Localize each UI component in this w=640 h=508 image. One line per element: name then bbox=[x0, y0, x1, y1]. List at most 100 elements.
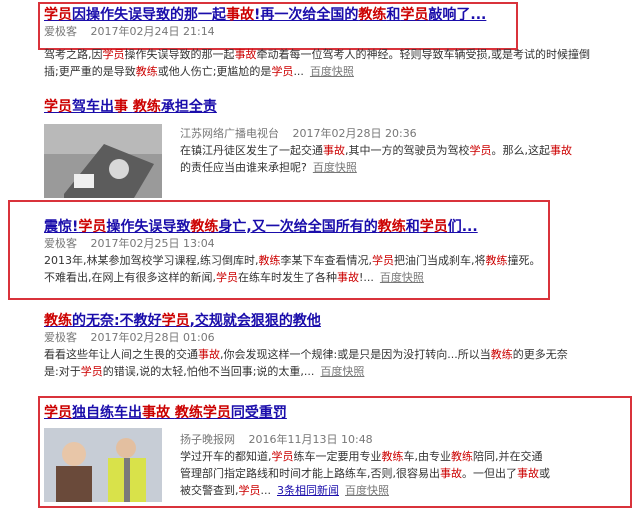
text-segment: 事故 bbox=[440, 467, 462, 480]
text-segment: 同受重罚 bbox=[230, 405, 287, 421]
search-result-3: 震惊!学员操作失误导致教练身亡,又一次给全国所有的教练和学员们... 爱极客 2… bbox=[44, 218, 604, 286]
text-segment: 教练 bbox=[490, 348, 513, 361]
result-meta-3: 爱极客 2017年02月25日 13:04 bbox=[44, 236, 604, 252]
result-title-2[interactable]: 学员驾车出事 教练承担全责 bbox=[44, 98, 604, 116]
text-segment: 2013年,林某参加驾校学习课程,练习倒库时, bbox=[44, 254, 259, 267]
text-segment: 把油门当成刹车,将 bbox=[393, 254, 486, 267]
text-segment: 学员 bbox=[371, 254, 394, 267]
result-date-1: 2017年02月24日 21:14 bbox=[90, 25, 215, 38]
text-segment: 教练 bbox=[132, 99, 161, 115]
snapshot-link-4[interactable]: 百度快照 bbox=[320, 365, 364, 378]
text-segment: 因操作失误导致的那一起 bbox=[72, 7, 226, 23]
text-segment: 学员 bbox=[469, 144, 492, 157]
text-segment: 学员 bbox=[80, 365, 103, 378]
snapshot-link-2[interactable]: 百度快照 bbox=[313, 161, 357, 174]
result-title-4[interactable]: 教练的无奈:不教好学员,交规就会狠狠的教他 bbox=[44, 312, 604, 330]
text-segment: 看看这些年让人间之生畏的交通 bbox=[44, 348, 198, 361]
text-segment: 或他人伤亡;更尴尬的是 bbox=[157, 65, 272, 78]
text-segment: 。那么,这起 bbox=[491, 144, 551, 157]
result-snippet-3: 2013年,林某参加驾校学习课程,练习倒库时,教练李某下车查看情况,学员把油门当… bbox=[44, 252, 544, 286]
text-segment: 教练 bbox=[358, 7, 387, 23]
result-thumbnail-2[interactable] bbox=[44, 124, 162, 198]
text-segment: 承担全责 bbox=[160, 99, 217, 115]
search-result-1-snippet-wrap: 驾考之路,因学员操作失误导致的那一起事故牵动着每一位驾考人的神经。轻则导致车辆受… bbox=[44, 46, 604, 80]
text-segment: 学员 bbox=[78, 219, 107, 235]
text-segment: 操作失误导致 bbox=[106, 219, 191, 235]
text-segment: 事故 bbox=[198, 348, 220, 361]
result-title-5[interactable]: 学员独自练车出事故 教练学员同受重罚 bbox=[44, 404, 604, 422]
text-segment: 和 bbox=[405, 219, 420, 235]
text-segment: 教练 bbox=[377, 219, 406, 235]
result-date-4: 2017年02月28日 01:06 bbox=[90, 331, 215, 344]
text-segment: 学员 bbox=[202, 405, 231, 421]
search-result-2: 学员驾车出事 教练承担全责 bbox=[44, 98, 604, 116]
text-segment: 独自练车出 bbox=[72, 405, 142, 421]
search-result-4: 教练的无奈:不教好学员,交规就会狠狠的教他 爱极客 2017年02月28日 01… bbox=[44, 312, 604, 380]
text-segment: 教练 bbox=[44, 313, 72, 329]
text-segment: 事故 bbox=[142, 405, 170, 421]
snapshot-link-1[interactable]: 百度快照 bbox=[310, 65, 354, 78]
result-date-5: 2016年11月13日 10:48 bbox=[248, 433, 373, 446]
text-segment: 事故 bbox=[550, 144, 572, 157]
result-title-1[interactable]: 学员因操作失误导致的那一起事故!再一次给全国的教练和学员敲响了... bbox=[44, 6, 604, 24]
snapshot-link-5[interactable]: 百度快照 bbox=[345, 484, 389, 497]
result-meta-4: 爱极客 2017年02月28日 01:06 bbox=[44, 330, 604, 346]
text-segment: 的错误,说的太轻,怕他不当回事;说的太重,... bbox=[102, 365, 315, 378]
text-segment: 学员 bbox=[400, 7, 429, 23]
text-segment: 事 bbox=[114, 99, 128, 115]
snapshot-link-3[interactable]: 百度快照 bbox=[380, 271, 424, 284]
text-segment: 身亡,又一次给全国所有的 bbox=[218, 219, 378, 235]
text-segment: 操作失误导致的那一起 bbox=[124, 48, 235, 61]
search-result-2-body: 江苏网络广播电视台 2017年02月28日 20:36 在镇江丹徒区发生了一起交… bbox=[180, 126, 580, 176]
text-segment: ,交规就会狠狠的教他 bbox=[189, 313, 321, 329]
text-segment: ,其中一方的驾驶员为驾校 bbox=[345, 144, 470, 157]
text-segment: 教练 bbox=[258, 254, 281, 267]
text-segment: ,你会发现这样一个规律:或是只是因为没打转向...所以当 bbox=[220, 348, 491, 361]
text-segment: 的无奈:不教好 bbox=[72, 313, 162, 329]
text-segment: 练车一定要用专业 bbox=[293, 450, 382, 463]
text-segment: 学员 bbox=[238, 484, 261, 497]
text-segment: 震惊! bbox=[44, 219, 79, 235]
result-meta-2: 江苏网络广播电视台 2017年02月28日 20:36 bbox=[180, 126, 580, 142]
text-segment: 教练 bbox=[485, 254, 508, 267]
result-snippet-2: 在镇江丹徒区发生了一起交通事故,其中一方的驾驶员为驾校学员。那么,这起事故的责任… bbox=[180, 142, 580, 176]
result-meta-5: 扬子晚报网 2016年11月13日 10:48 bbox=[180, 432, 580, 448]
text-segment: 学员 bbox=[271, 65, 294, 78]
police-photo-image bbox=[44, 428, 162, 502]
text-segment: 学员 bbox=[44, 7, 72, 23]
result-source-1: 爱极客 bbox=[44, 25, 77, 38]
text-segment: 的责任应当由谁来承担呢? bbox=[180, 161, 307, 174]
text-segment: 事故 bbox=[323, 144, 345, 157]
result-source-3: 爱极客 bbox=[44, 237, 77, 250]
text-segment: 敲响了... bbox=[428, 7, 487, 23]
text-segment: 车,由专业 bbox=[403, 450, 452, 463]
text-segment: 和 bbox=[386, 7, 401, 23]
text-segment: 李某下车查看情况, bbox=[280, 254, 372, 267]
result-snippet-1: 驾考之路,因学员操作失误导致的那一起事故牵动着每一位驾考人的神经。轻则导致车辆受… bbox=[44, 46, 604, 80]
text-segment: 学员 bbox=[271, 450, 294, 463]
search-result-1: 学员因操作失误导致的那一起事故!再一次给全国的教练和学员敲响了... 爱极客 2… bbox=[44, 6, 604, 40]
text-segment: 学员 bbox=[44, 99, 72, 115]
result-title-3[interactable]: 震惊!学员操作失误导致教练身亡,又一次给全国所有的教练和学员们... bbox=[44, 218, 604, 236]
text-segment: 驾车出 bbox=[72, 99, 114, 115]
text-segment: 学过开车的都知道, bbox=[180, 450, 272, 463]
search-result-5: 学员独自练车出事故 教练学员同受重罚 bbox=[44, 404, 604, 422]
crash-photo-image bbox=[44, 124, 162, 198]
result-date-3: 2017年02月25日 13:04 bbox=[90, 237, 215, 250]
result-date-2: 2017年02月28日 20:36 bbox=[292, 127, 417, 140]
result-thumbnail-5[interactable] bbox=[44, 428, 162, 502]
text-segment: 事故 bbox=[517, 467, 539, 480]
text-segment: 事故 bbox=[226, 7, 254, 23]
more-news-link-5[interactable]: 3条相同新闻 bbox=[277, 484, 339, 497]
result-source-2: 江苏网络广播电视台 bbox=[180, 127, 279, 140]
text-segment: 教练 bbox=[135, 65, 158, 78]
result-source-5: 扬子晚报网 bbox=[180, 433, 235, 446]
text-segment: 在练车时发生了各种 bbox=[238, 271, 337, 284]
text-segment: 教练 bbox=[451, 450, 473, 463]
text-segment: 事故 bbox=[337, 271, 359, 284]
result-snippet-4: 看看这些年让人间之生畏的交通事故,你会发现这样一个规律:或是只是因为没打转向..… bbox=[44, 346, 574, 380]
text-segment: 学员 bbox=[161, 313, 190, 329]
text-segment: ... bbox=[293, 65, 304, 78]
text-segment: 事故 bbox=[234, 48, 257, 61]
text-segment: 学员 bbox=[44, 405, 72, 421]
